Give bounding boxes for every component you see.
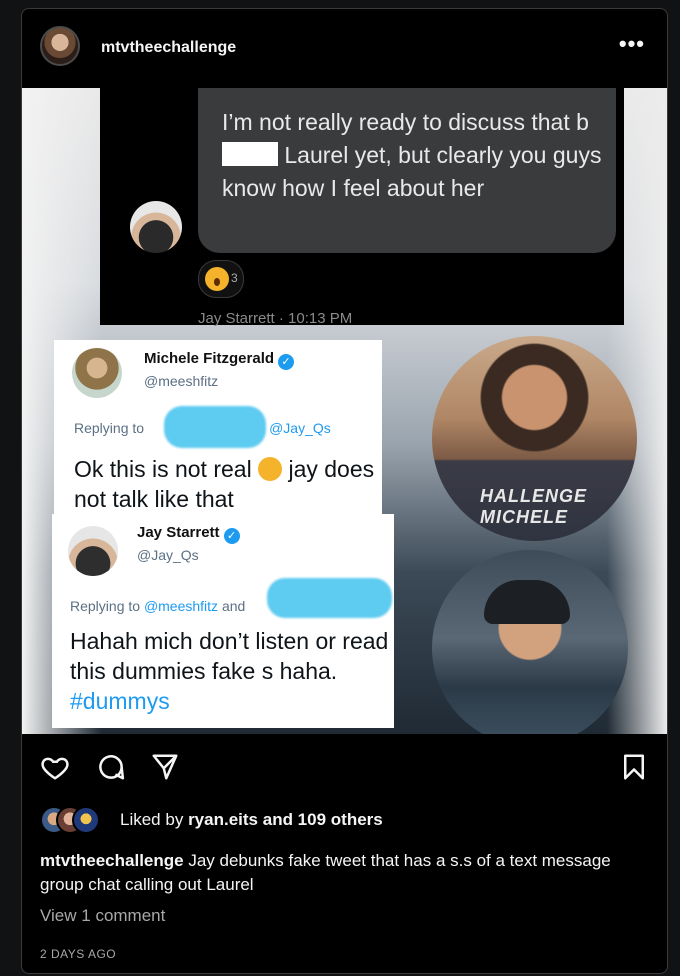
dm-screenshot: I’m not really ready to discuss that b L… <box>100 88 624 327</box>
tweet-handle: @Jay_Qs <box>137 547 199 563</box>
tweet-jay: Jay Starrett ✓ @Jay_Qs Replying to @meesh… <box>52 514 394 728</box>
photo-jay <box>432 550 628 734</box>
verified-icon: ✓ <box>223 528 240 544</box>
view-comments-link[interactable]: View 1 comment <box>40 906 165 926</box>
tweet-avatar <box>72 348 122 398</box>
comment-icon[interactable] <box>96 752 126 782</box>
post-timestamp: 2 DAYS AGO <box>40 947 117 961</box>
dm-text: I’m not really ready to discuss that b L… <box>222 106 602 205</box>
caption-username[interactable]: mtvtheechallenge <box>40 851 184 870</box>
verified-icon: ✓ <box>278 354 295 370</box>
cap-shape <box>484 580 570 624</box>
unamused-emoji-icon <box>258 457 283 481</box>
tweet-name: Jay Starrett ✓ <box>137 524 240 544</box>
tweet-replying: Replying to @meeshfitz and <box>70 598 246 614</box>
surprised-emoji-icon <box>205 267 229 291</box>
tweet-michele: Michele Fitzgerald ✓ @meeshfitz Replying … <box>54 340 382 518</box>
shirt-text: HALLENGE MICHELE <box>480 486 587 527</box>
tweet-avatar <box>68 526 118 576</box>
heart-icon[interactable] <box>40 752 70 782</box>
redaction-scribble <box>267 578 392 618</box>
reaction-badge: 3 <box>198 260 244 298</box>
dm-text-end: Laurel yet, but clearly you guys know ho… <box>222 142 602 201</box>
photo-michele: HALLENGE MICHELE <box>432 336 637 541</box>
tweet-name: Michele Fitzgerald ✓ <box>144 350 295 370</box>
tweet-body: Ok this is not real jay does not talk li… <box>74 456 375 512</box>
more-options-icon[interactable]: ••• <box>619 31 645 57</box>
dm-meta: Jay Starrett · 10:13 PM <box>198 310 353 327</box>
post-image[interactable]: I’m not really ready to discuss that b L… <box>22 88 667 734</box>
post-username[interactable]: mtvtheechallenge <box>101 39 236 57</box>
redaction-scribble <box>164 406 266 448</box>
likes-row: Liked by ryan.eits and 109 others <box>40 806 640 834</box>
post-card: mtvtheechallenge ••• I’m not really read… <box>21 8 668 974</box>
likes-text[interactable]: Liked by ryan.eits and 109 others <box>120 810 383 830</box>
redaction-box <box>222 142 278 166</box>
dm-avatar <box>130 201 182 253</box>
post-actions <box>22 742 667 792</box>
dm-text-start: I’m not really ready to discuss that b <box>222 109 589 135</box>
liker-avatar[interactable] <box>72 806 100 834</box>
post-header: mtvtheechallenge ••• <box>22 9 667 87</box>
reaction-count: 3 <box>231 271 238 285</box>
dm-bubble: I’m not really ready to discuss that b L… <box>198 88 616 253</box>
send-icon[interactable] <box>150 752 180 782</box>
post-caption: mtvtheechallenge Jay debunks fake tweet … <box>40 849 640 897</box>
bookmark-icon[interactable] <box>619 752 649 782</box>
avatar[interactable] <box>40 26 80 66</box>
tweet-handle: @meeshfitz <box>144 373 219 389</box>
tweet-body: Hahah mich don’t listen or read this dum… <box>70 628 389 714</box>
